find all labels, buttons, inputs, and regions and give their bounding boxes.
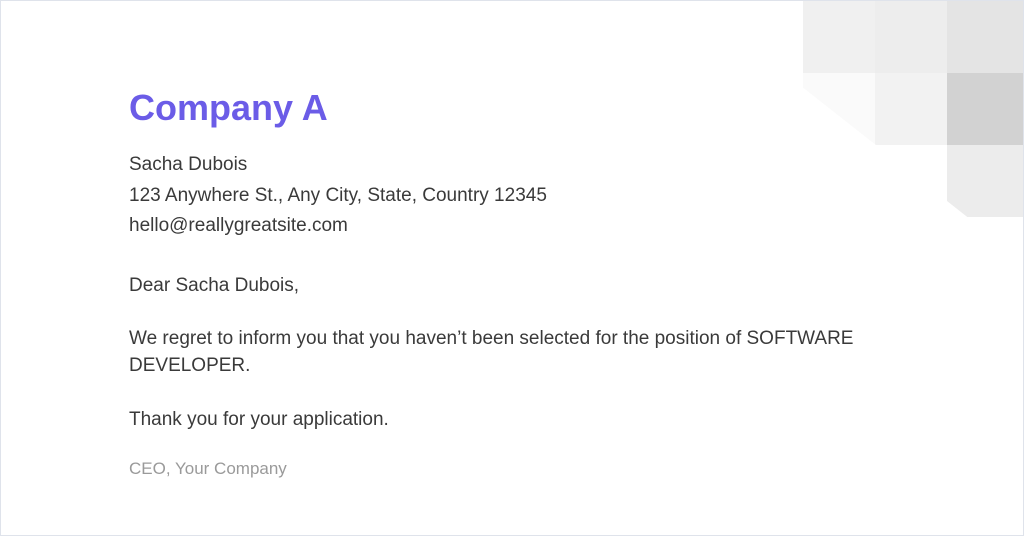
- company-name: Company A: [129, 87, 895, 129]
- body-paragraph-2: Thank you for your application.: [129, 406, 895, 434]
- recipient-block: Sacha Dubois 123 Anywhere St., Any City,…: [129, 151, 895, 241]
- body-paragraph-1: We regret to inform you that you haven’t…: [129, 325, 895, 380]
- salutation: Dear Sacha Dubois,: [129, 275, 895, 297]
- recipient-name: Sacha Dubois: [129, 151, 895, 180]
- letter-page: Company A Sacha Dubois 123 Anywhere St.,…: [0, 0, 1024, 536]
- recipient-address: 123 Anywhere St., Any City, State, Count…: [129, 182, 895, 211]
- signoff: CEO, Your Company: [129, 459, 895, 479]
- recipient-email: hello@reallygreatsite.com: [129, 212, 895, 241]
